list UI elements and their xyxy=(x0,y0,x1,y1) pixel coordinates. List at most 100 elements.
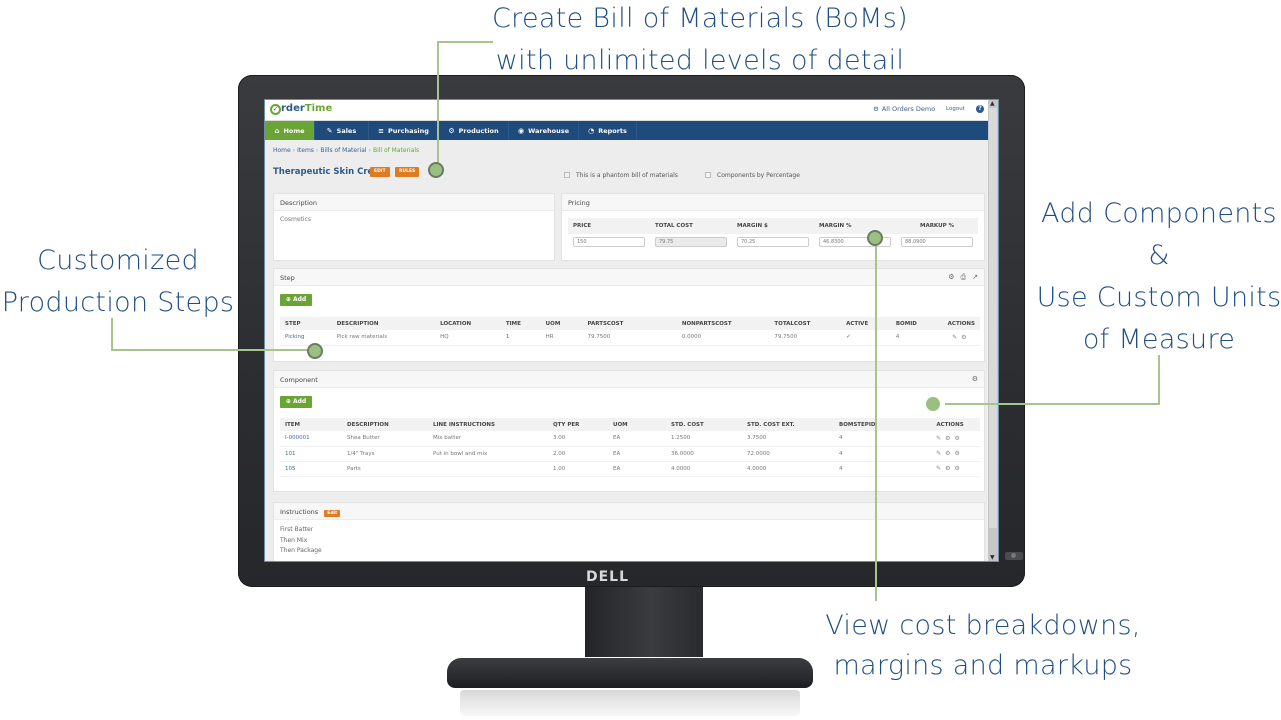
breadcrumb-bills-of-material[interactable]: Bills of Material xyxy=(320,147,366,154)
instruction-line: Then Mix xyxy=(280,536,308,544)
edit-icon[interactable]: ✎ xyxy=(936,450,941,457)
logo-text-time: Time xyxy=(304,103,333,114)
cell-std-cost: 1.2500 xyxy=(666,431,742,447)
margin-dollar-input[interactable]: 70.25 xyxy=(737,237,809,247)
callout-production-steps: Customized Production Steps xyxy=(0,240,236,324)
nav-label: Purchasing xyxy=(388,126,429,135)
callout-marker-icon xyxy=(307,343,323,359)
add-step-button[interactable]: ⊕ Add xyxy=(280,294,312,306)
gear-icon[interactable]: ⚙ xyxy=(945,465,950,472)
logout-link[interactable]: Logout xyxy=(946,106,965,112)
callout-line: of Measure xyxy=(1082,324,1236,355)
nav-label: Production xyxy=(458,126,499,135)
phantom-bom-checkbox[interactable]: This is a phantom bill of materials xyxy=(564,172,678,179)
nav-warehouse[interactable]: ◉ Warehouse xyxy=(509,121,579,140)
vertical-scrollbar[interactable]: ▲ ▼ xyxy=(988,100,998,561)
col-std-cost: STD. COST xyxy=(666,418,742,431)
nav-label: Warehouse xyxy=(528,126,570,135)
instruction-line: First Batter xyxy=(280,526,314,533)
cell-description: Shea Butter xyxy=(342,431,428,447)
col-description: DESCRIPTION xyxy=(331,317,436,330)
cell-description: Parts xyxy=(342,461,428,477)
nav-purchasing[interactable]: ≡ Purchasing xyxy=(369,121,439,140)
callout-line: Add Components xyxy=(1041,198,1277,229)
cell-std-cost-ext: 4.0000 xyxy=(742,461,834,477)
callout-line: Use Custom Units xyxy=(1036,282,1281,313)
settings-icon[interactable]: ⚙ xyxy=(955,435,960,442)
breadcrumb: Home › Items › Bills of Material › Bill of Mat… xyxy=(273,147,419,154)
gear-icon[interactable]: ⚙ xyxy=(945,435,950,442)
edit-icon[interactable]: ✎ xyxy=(936,435,941,442)
settings-icon[interactable]: ⚙ xyxy=(955,465,960,472)
pie-chart-icon: ◔ xyxy=(588,126,595,135)
ordertime-logo[interactable]: ✓ rderTime xyxy=(270,103,332,115)
components-by-percentage-checkbox[interactable]: Components by Percentage xyxy=(705,172,800,179)
leader-line xyxy=(437,41,493,43)
cell-uom: EA xyxy=(608,461,666,477)
help-icon[interactable]: ? xyxy=(976,105,984,113)
callout-line: Customized xyxy=(37,245,199,276)
print-icon[interactable]: ⎙ xyxy=(961,273,967,281)
callout-cost-breakdowns: View cost breakdowns, margins and markup… xyxy=(808,606,1158,686)
component-panel: Component ⚙ ⊕ Add ITEM DESCRIPTION LINE … xyxy=(273,370,985,492)
step-link[interactable]: Picking xyxy=(280,330,332,346)
component-heading: Component xyxy=(280,376,318,384)
col-uom: UOM xyxy=(540,317,583,330)
breadcrumb-home[interactable]: Home xyxy=(273,147,291,154)
cogs-icon: ⚙ xyxy=(448,126,455,135)
item-link[interactable]: 101 xyxy=(280,446,342,462)
item-link[interactable]: 105 xyxy=(280,461,342,477)
add-component-button[interactable]: ⊕ Add xyxy=(280,396,312,408)
add-label: Add xyxy=(292,296,307,303)
breadcrumb-current: Bill of Materials xyxy=(372,147,420,154)
callout-marker-icon xyxy=(867,230,883,246)
gear-icon[interactable]: ⚙ xyxy=(945,450,950,457)
item-link[interactable]: I-000001 xyxy=(280,431,342,447)
col-nonpartscost: NONPARTSCOST xyxy=(676,317,770,330)
total-cost-field: 79.75 xyxy=(655,237,727,247)
gear-icon[interactable]: ⚙ xyxy=(948,273,954,281)
edit-icon[interactable]: ✎ xyxy=(936,465,941,472)
markup-percent-input[interactable]: 88.0900 xyxy=(901,237,973,247)
col-item: ITEM xyxy=(280,418,342,431)
rules-button[interactable]: RULES xyxy=(395,167,420,177)
scroll-down-icon[interactable]: ▼ xyxy=(990,554,995,561)
edit-icon[interactable]: ✎ xyxy=(952,334,957,341)
nav-sales[interactable]: ✎ Sales xyxy=(315,121,369,140)
price-input[interactable]: 150 xyxy=(573,237,645,247)
callout-line: Create Bill of Materials (BoMs) xyxy=(492,3,908,34)
breadcrumb-items[interactable]: Items xyxy=(297,147,314,154)
scroll-up-icon[interactable]: ▲ xyxy=(990,100,995,107)
export-icon[interactable]: ↗ xyxy=(972,273,978,281)
active-check-icon: ✔ xyxy=(841,330,891,346)
nav-home[interactable]: ⌂ Home xyxy=(265,121,315,140)
nav-reports[interactable]: ◔ Reports xyxy=(579,121,637,140)
col-total-cost: TOTAL COST xyxy=(650,218,732,234)
breadcrumb-separator: › xyxy=(315,147,319,154)
scrollbar-thumb[interactable] xyxy=(989,108,997,528)
instructions-panel: Instructions Edit First Batter Then Mix … xyxy=(273,502,985,561)
col-step: STEP xyxy=(280,317,332,330)
instructions-edit-button[interactable]: Edit xyxy=(324,510,341,517)
checkbox-box[interactable] xyxy=(705,172,711,178)
panel-heading: Component ⚙ xyxy=(274,371,984,388)
instructions-heading: Instructions xyxy=(280,508,319,516)
col-std-cost-ext: STD. COST EXT. xyxy=(742,418,834,431)
pricing-header-row: PRICE TOTAL COST MARGIN $ MARGIN % MARKU… xyxy=(568,218,978,234)
company-menu[interactable]: ⚙ All Orders Demo xyxy=(873,105,935,113)
cell-description: 1/4" Trays xyxy=(342,446,428,462)
settings-icon[interactable]: ⚙ xyxy=(955,450,960,457)
cell-std-cost-ext: 72.0000 xyxy=(742,446,834,462)
panel-heading: Description xyxy=(274,194,554,211)
gear-icon[interactable]: ⚙ xyxy=(972,375,978,383)
instruction-line: Then Package xyxy=(280,547,322,554)
edit-button[interactable]: EDIT xyxy=(370,167,390,177)
gear-icon[interactable]: ⚙ xyxy=(961,334,966,341)
gear-icon: ⚙ xyxy=(873,105,879,113)
add-label: Add xyxy=(292,398,307,405)
col-time: TIME xyxy=(500,317,541,330)
nav-production[interactable]: ⚙ Production xyxy=(439,121,509,140)
checkbox-box[interactable] xyxy=(564,172,570,178)
col-actions: ACTIONS xyxy=(920,418,980,431)
cell-std-cost-ext: 3.7500 xyxy=(742,431,834,447)
